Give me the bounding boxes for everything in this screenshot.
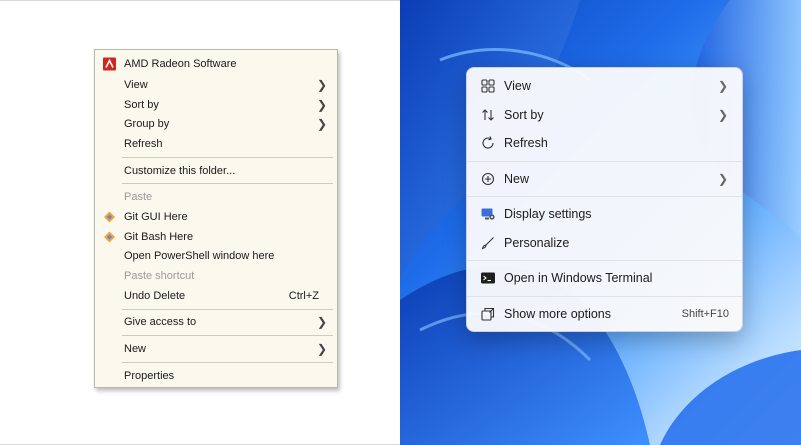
menu-item-label: New	[124, 343, 147, 356]
menu-item-personalize[interactable]: Personalize	[467, 229, 742, 258]
menu-item-label: Refresh	[124, 137, 163, 150]
display-settings-icon	[480, 206, 496, 222]
menu-item-properties[interactable]: Properties	[95, 366, 337, 386]
menu-item-give-access[interactable]: Give access to ❯	[95, 313, 337, 333]
menu-item-open-powershell[interactable]: Open PowerShell window here	[95, 247, 337, 267]
chevron-right-icon: ❯	[717, 107, 728, 122]
menu-item-label: Customize this folder...	[124, 164, 236, 177]
menu-item-amd-radeon[interactable]: AMD Radeon Software	[95, 53, 337, 75]
more-options-icon	[480, 306, 496, 322]
menu-item-label: Group by	[124, 118, 170, 131]
amd-radeon-icon	[103, 57, 116, 71]
menu-item-git-gui[interactable]: Git GUI Here	[95, 207, 337, 227]
menu-item-label: Sort by	[504, 107, 544, 122]
menu-item-label: Display settings	[504, 207, 592, 222]
menu-item-label: Give access to	[124, 316, 197, 329]
git-diamond-icon	[103, 230, 116, 243]
menu-item-label: Personalize	[504, 235, 570, 250]
menu-item-open-terminal[interactable]: Open in Windows Terminal	[467, 264, 742, 293]
menu-item-label: Open PowerShell window here	[124, 250, 275, 263]
menu-item-sort-by[interactable]: Sort by ❯	[467, 101, 742, 130]
classic-context-menu: AMD Radeon Software View ❯ Sort by ❯ Gro…	[94, 49, 338, 388]
menu-separator	[467, 196, 742, 197]
menu-item-view[interactable]: View ❯	[95, 75, 337, 95]
menu-item-label: New	[504, 171, 530, 186]
plus-circle-icon	[480, 171, 496, 187]
terminal-icon	[480, 270, 496, 286]
git-diamond-icon	[103, 210, 116, 223]
menu-item-label: Undo Delete	[124, 289, 186, 302]
menu-separator	[122, 335, 333, 337]
menu-item-label: View	[504, 79, 531, 94]
menu-item-undo-delete[interactable]: Undo Delete Ctrl+Z	[95, 286, 337, 306]
sort-arrows-icon	[480, 107, 496, 123]
menu-separator	[467, 160, 742, 162]
chevron-right-icon: ❯	[316, 97, 327, 112]
menu-item-refresh[interactable]: Refresh	[467, 129, 742, 158]
menu-separator	[122, 156, 333, 158]
chevron-right-icon: ❯	[316, 342, 327, 357]
menu-item-label: Open in Windows Terminal	[504, 271, 653, 286]
menu-item-display-settings[interactable]: Display settings	[467, 200, 742, 229]
menu-separator	[122, 183, 333, 185]
menu-item-show-more-options[interactable]: Show more options Shift+F10	[467, 300, 742, 329]
menu-item-label: Properties	[124, 369, 175, 382]
menu-item-customize-folder[interactable]: Customize this folder...	[95, 161, 337, 181]
menu-item-label: AMD Radeon Software	[124, 58, 237, 70]
brush-icon	[480, 235, 496, 251]
chevron-right-icon: ❯	[316, 77, 327, 92]
menu-separator	[122, 361, 333, 363]
menu-item-paste: Paste	[95, 187, 337, 207]
menu-item-label: Paste shortcut	[124, 270, 195, 283]
chevron-right-icon: ❯	[316, 315, 327, 330]
chevron-right-icon: ❯	[717, 171, 728, 186]
menu-item-label: Git GUI Here	[124, 210, 188, 223]
menu-item-git-bash[interactable]: Git Bash Here	[95, 227, 337, 247]
chevron-right-icon: ❯	[316, 117, 327, 132]
menu-item-sort-by[interactable]: Sort by ❯	[95, 95, 337, 115]
chevron-right-icon: ❯	[717, 79, 728, 94]
menu-separator	[122, 308, 333, 310]
menu-separator	[467, 295, 742, 297]
menu-item-label: Git Bash Here	[124, 230, 194, 243]
grid-view-icon	[480, 78, 496, 94]
menu-item-label: Paste	[124, 191, 153, 204]
menu-item-label: View	[124, 78, 148, 91]
menu-item-new[interactable]: New ❯	[95, 339, 337, 359]
menu-item-refresh[interactable]: Refresh	[95, 134, 337, 154]
shortcut-label: Shift+F10	[681, 307, 729, 320]
menu-item-label: Show more options	[504, 306, 612, 321]
menu-separator	[467, 260, 742, 261]
menu-item-label: Refresh	[504, 136, 548, 151]
menu-item-new[interactable]: New ❯	[467, 165, 742, 194]
shortcut-label: Ctrl+Z	[288, 289, 319, 302]
menu-item-label: Sort by	[124, 98, 159, 111]
menu-item-paste-shortcut: Paste shortcut	[95, 266, 337, 286]
menu-item-group-by[interactable]: Group by ❯	[95, 114, 337, 134]
modern-context-menu: View ❯ Sort by ❯ Refresh New ❯ Display s…	[466, 67, 743, 332]
refresh-icon	[480, 135, 496, 151]
menu-item-view[interactable]: View ❯	[467, 72, 742, 101]
